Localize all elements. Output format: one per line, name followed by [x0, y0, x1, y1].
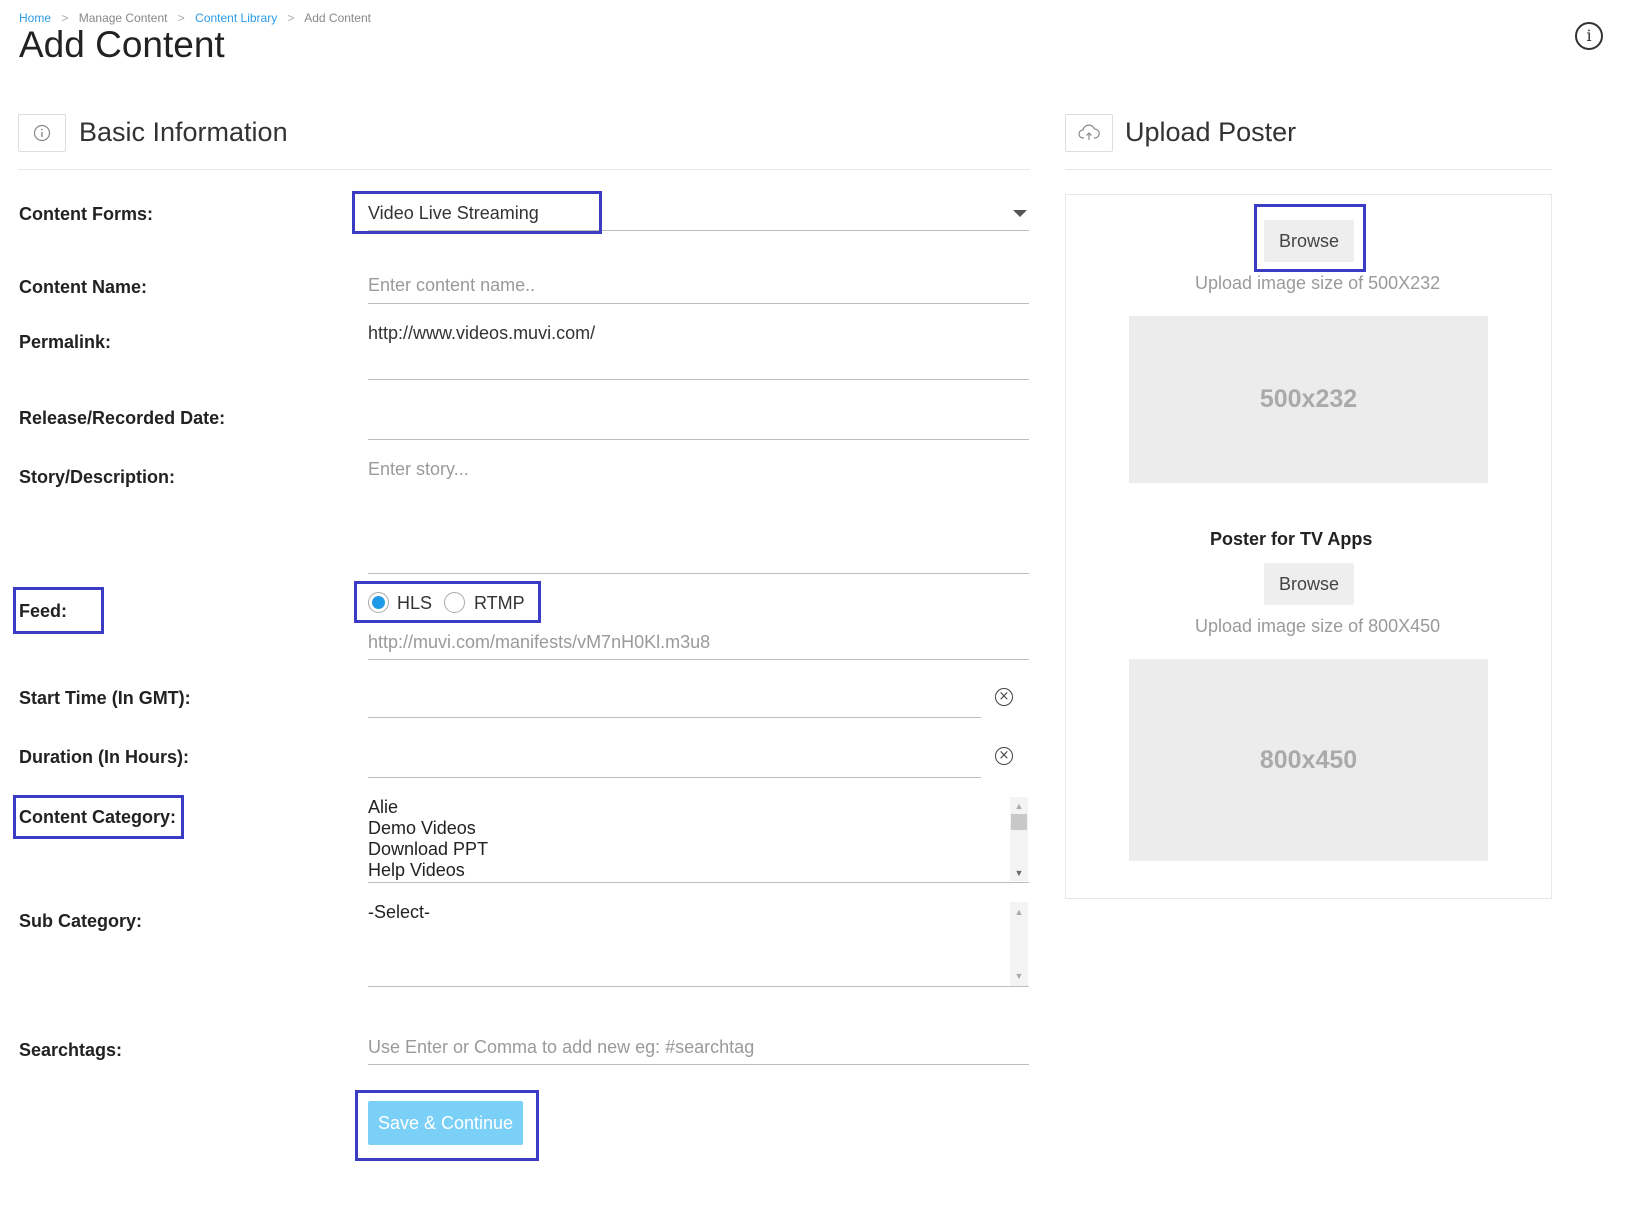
start-time-input[interactable] [368, 676, 980, 716]
breadcrumb-home[interactable]: Home [19, 11, 51, 25]
searchtags-input[interactable]: Use Enter or Comma to add new eg: #searc… [368, 1037, 754, 1058]
clear-circle-icon[interactable]: × [995, 688, 1013, 706]
highlight-box [1254, 204, 1366, 272]
breadcrumb-current: Add Content [304, 11, 371, 25]
highlight-box [352, 191, 602, 234]
content-name-underline [368, 303, 1029, 304]
content-category-underline [368, 882, 1029, 883]
section-divider [1065, 169, 1552, 170]
sub-category-label: Sub Category: [19, 911, 143, 931]
highlight-box [354, 581, 541, 623]
sub-category-underline [368, 986, 1029, 987]
list-item[interactable]: Alie [368, 797, 1010, 818]
breadcrumb-separator: > [177, 11, 185, 25]
poster-preview: 500x232 [1129, 316, 1488, 483]
permalink-label: Permalink: [19, 332, 112, 352]
list-item[interactable]: Demo Videos [368, 818, 1010, 839]
section-title-upload-poster: Upload Poster [1125, 117, 1297, 147]
searchtags-label: Searchtags: [19, 1040, 123, 1060]
breadcrumb-separator: > [287, 11, 295, 25]
tv-poster-preview: 800x450 [1129, 659, 1488, 861]
scroll-thumb[interactable] [1011, 814, 1027, 830]
scroll-up-icon[interactable]: ▲ [1010, 801, 1028, 811]
permalink-underline [368, 379, 1029, 380]
highlight-box [13, 795, 184, 839]
tv-poster-preview-size: 800x450 [1259, 745, 1358, 774]
highlight-box [355, 1090, 539, 1161]
feed-url-input[interactable]: http://muvi.com/manifests/vM7nH0Kl.m3u8 [368, 632, 710, 653]
release-date-label: Release/Recorded Date: [19, 408, 226, 428]
poster-preview-size: 500x232 [1259, 385, 1358, 413]
feed-url-underline [368, 659, 1029, 660]
tv-poster-title: Poster for TV Apps [1210, 529, 1373, 549]
content-category-listbox[interactable]: Alie Demo Videos Download PPT Help Video… [368, 797, 1010, 881]
scrollbar[interactable]: ▲ ▼ [1010, 797, 1028, 881]
breadcrumb-separator: > [61, 11, 69, 25]
story-underline [368, 573, 1029, 574]
info-icon [18, 114, 66, 152]
start-time-label: Start Time (In GMT): [19, 688, 191, 708]
duration-label: Duration (In Hours): [19, 747, 189, 767]
upload-hint-tv: Upload image size of 800X450 [1195, 616, 1441, 636]
sub-category-listbox[interactable]: -Select- [368, 902, 1010, 923]
content-name-label: Content Name: [19, 277, 148, 297]
caret-down-icon[interactable] [1013, 210, 1027, 217]
breadcrumb-manage-content[interactable]: Manage Content [79, 11, 168, 25]
story-label: Story/Description: [19, 467, 176, 487]
highlight-box [13, 587, 104, 634]
permalink-input[interactable]: http://www.videos.muvi.com/ [368, 323, 595, 344]
scroll-up-icon[interactable]: ▲ [1010, 907, 1028, 917]
scroll-down-icon[interactable]: ▼ [1010, 971, 1028, 981]
browse-tv-button[interactable]: Browse [1264, 563, 1354, 605]
content-forms-label: Content Forms: [19, 204, 153, 224]
upload-hint: Upload image size of 500X232 [1195, 273, 1441, 293]
searchtags-underline [368, 1064, 1029, 1065]
duration-underline [368, 777, 981, 778]
list-item[interactable]: -Select- [368, 902, 1010, 923]
scrollbar[interactable]: ▲ ▼ [1010, 902, 1028, 986]
page-title: Add Content [19, 24, 225, 65]
story-textarea[interactable]: Enter story... [368, 459, 469, 480]
duration-input[interactable] [368, 735, 980, 775]
clear-circle-icon[interactable]: × [995, 747, 1013, 765]
info-icon[interactable]: i [1575, 22, 1603, 50]
breadcrumb: Home > Manage Content > Content Library … [19, 11, 371, 25]
release-date-input[interactable] [368, 395, 1029, 435]
section-divider [18, 169, 1030, 170]
list-item[interactable]: Help Videos [368, 860, 1010, 881]
scroll-down-icon[interactable]: ▼ [1010, 868, 1028, 878]
content-name-input[interactable]: Enter content name.. [368, 275, 535, 296]
breadcrumb-content-library[interactable]: Content Library [195, 11, 277, 25]
section-title-basic-information: Basic Information [79, 117, 288, 147]
release-date-underline [368, 439, 1029, 440]
start-time-underline [368, 717, 981, 718]
list-item[interactable]: Download PPT [368, 839, 1010, 860]
cloud-upload-icon [1065, 114, 1113, 152]
